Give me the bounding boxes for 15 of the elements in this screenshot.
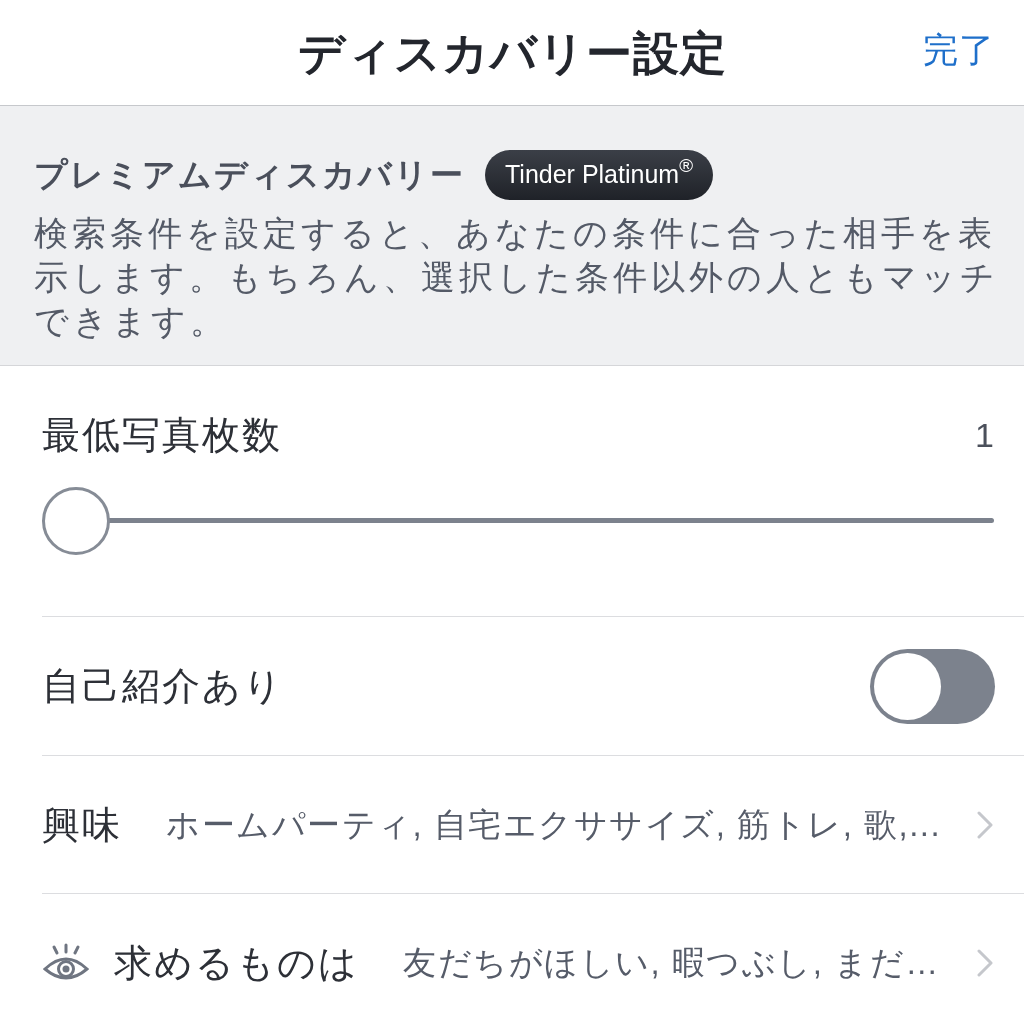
section-title: プレミアムディスカバリー [34, 155, 465, 195]
screen-title: ディスカバリー設定 [297, 25, 727, 81]
chevron-right-icon[interactable] [977, 810, 993, 839]
setting-value: 1 [975, 415, 994, 456]
setting-value: ホームパーティ, 自宅エクササイズ, 筋トレ, 歌,... [166, 804, 943, 845]
done-button[interactable]: 完了 [923, 25, 995, 75]
plan-badge: Tinder Platinum$^{®}$ [485, 150, 713, 200]
setting-label: 求めるものは [114, 940, 359, 986]
setting-label: 自己紹介あり [42, 664, 284, 709]
setting-label: 最低写真枚数 [42, 413, 282, 458]
section-description: 検索条件を設定すると、あなたの条件に合った相手を表示します。もちろん、選択した条件以外の人ともマッチできます。 [34, 213, 1000, 342]
chevron-right-icon[interactable] [977, 948, 993, 977]
slider-track[interactable] [42, 487, 994, 555]
setting-label: 興味 [42, 802, 122, 848]
setting-value: 友だちがほしい, 暇つぶし, まだ… [403, 942, 941, 983]
